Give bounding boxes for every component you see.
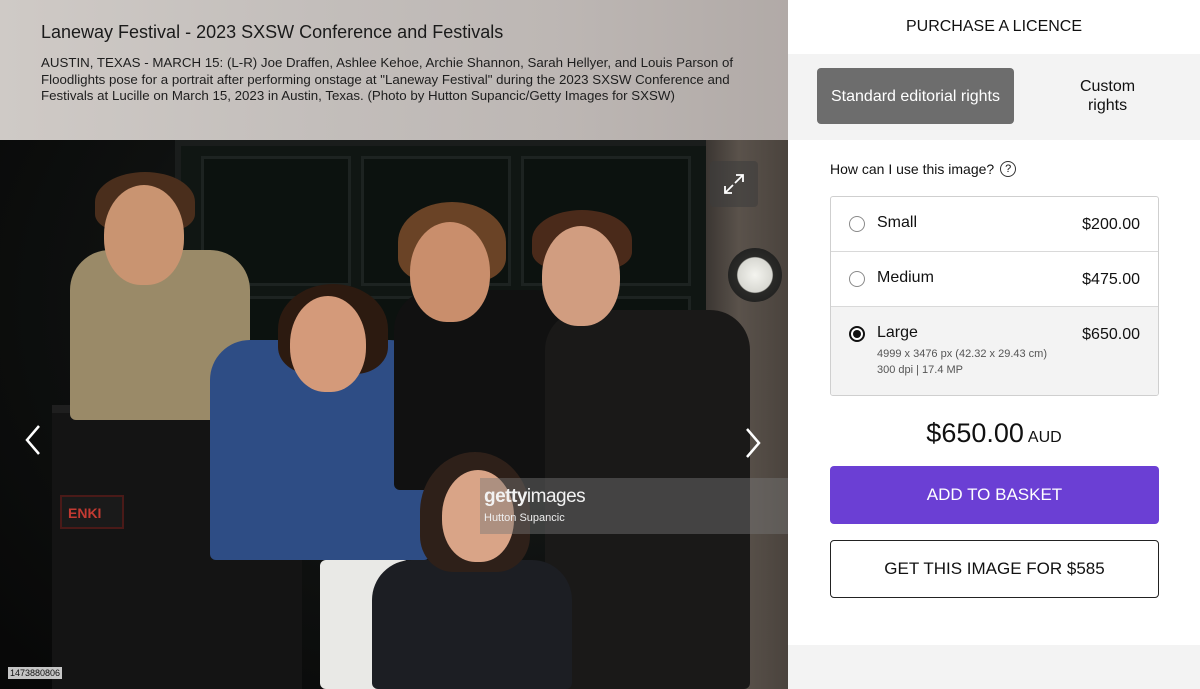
size-name: Large (877, 324, 918, 341)
usage-question: How can I use this image? ? (830, 161, 1017, 177)
next-image-button[interactable] (738, 423, 768, 463)
size-price: $475.00 (1082, 271, 1140, 288)
crate-logo: ENKI (60, 495, 124, 529)
watermark-credit: Hutton Supancic (484, 512, 565, 524)
total-price: $650.00 AUD (788, 418, 1200, 449)
size-name: Small (877, 214, 918, 231)
size-price: $200.00 (1082, 216, 1140, 233)
getty-watermark: gettyimages Hutton Supancic (480, 478, 788, 534)
wall-lamp (728, 248, 782, 302)
expand-icon (724, 174, 744, 194)
watermark-logo: gettyimages (484, 486, 586, 507)
radio-icon[interactable] (849, 271, 865, 287)
expand-button[interactable] (710, 161, 758, 207)
caption-bar: Laneway Festival - 2023 SXSW Conference … (0, 0, 788, 140)
photo[interactable]: ENKI (0, 140, 788, 689)
image-title: Laneway Festival - 2023 SXSW Conference … (41, 22, 504, 42)
chevron-left-icon (25, 425, 40, 455)
get-image-button[interactable]: GET THIS IMAGE FOR $585 (830, 540, 1159, 598)
image-id: 1473880806 (8, 667, 63, 679)
help-icon[interactable]: ? (1000, 161, 1017, 177)
tab-standard-editorial-rights[interactable]: Standard editorial rights (817, 68, 1014, 124)
chevron-right-icon (746, 428, 761, 458)
add-to-basket-button[interactable]: ADD TO BASKET (830, 466, 1159, 524)
size-dimensions: 4999 x 3476 px (42.32 x 29.43 cm) (877, 348, 1047, 360)
image-viewer: Laneway Festival - 2023 SXSW Conference … (0, 0, 788, 689)
rights-tabs: Standard editorial rights Custom rights (788, 54, 1200, 140)
size-option-large[interactable]: Large $650.00 4999 x 3476 px (42.32 x 29… (831, 307, 1158, 395)
panel-header: PURCHASE A LICENCE (905, 18, 1083, 35)
purchase-panel: PURCHASE A LICENCE Standard editorial ri… (788, 0, 1200, 689)
previous-image-button[interactable] (18, 420, 48, 460)
total-currency: AUD (1027, 429, 1062, 446)
size-resolution: 300 dpi | 17.4 MP (877, 364, 964, 376)
radio-icon[interactable] (849, 216, 865, 232)
size-name: Medium (877, 269, 934, 286)
total-amount: $650.00 (926, 418, 1024, 448)
size-price: $650.00 (1082, 326, 1140, 343)
image-caption: AUSTIN, TEXAS - MARCH 15: (L-R) Joe Draf… (41, 55, 734, 103)
panel-footer (788, 645, 1200, 689)
radio-icon[interactable] (849, 326, 865, 342)
size-option-small[interactable]: Small $200.00 (831, 197, 1158, 252)
size-option-medium[interactable]: Medium $475.00 (831, 252, 1158, 307)
tab-custom-rights[interactable]: Custom rights (1009, 68, 1200, 124)
size-options: Small $200.00 Medium $475.00 Large $650.… (830, 196, 1159, 396)
